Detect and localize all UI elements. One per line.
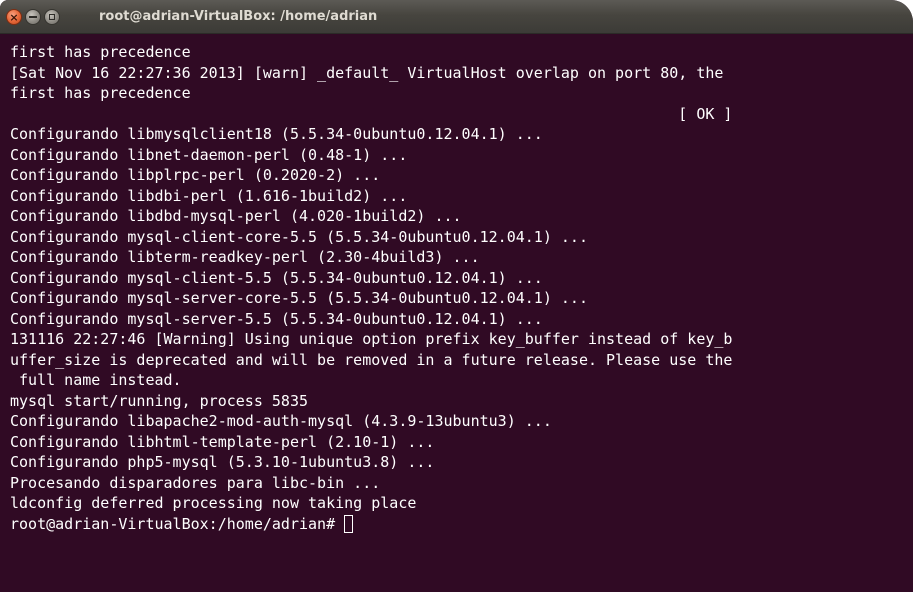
terminal-line: Configurando mysql-client-5.5 (5.5.34-0u…: [10, 268, 543, 287]
window-title: root@adrian-VirtualBox: /home/adrian: [99, 9, 378, 24]
terminal-line: 131116 22:27:46 [Warning] Using unique o…: [10, 330, 733, 348]
terminal-line: [Sat Nov 16 22:27:36 2013] [warn] _defau…: [10, 63, 724, 82]
terminal-line: uffer_size is deprecated and will be rem…: [10, 350, 733, 369]
terminal-line: Configurando libdbi-perl (1.616-1build2)…: [10, 186, 408, 205]
terminal-line: Configurando mysql-server-5.5 (5.5.34-0u…: [10, 309, 543, 328]
close-icon[interactable]: ×: [6, 9, 22, 25]
terminal-prompt: root@adrian-VirtualBox:/home/adrian#: [10, 514, 345, 533]
terminal-line: ldconfig deferred processing now taking …: [10, 494, 417, 512]
terminal-output[interactable]: first has precedence [Sat Nov 16 22:27:3…: [0, 34, 913, 592]
terminal-line: Configurando libdbd-mysql-perl (4.020-1b…: [10, 207, 462, 225]
terminal-line: Configurando mysql-client-core-5.5 (5.5.…: [10, 227, 588, 246]
terminal-line: Configurando mysql-server-core-5.5 (5.5.…: [10, 289, 588, 307]
minimize-icon[interactable]: [25, 9, 41, 25]
terminal-line: first has precedence: [10, 43, 191, 61]
terminal-prompt-line[interactable]: root@adrian-VirtualBox:/home/adrian#: [10, 514, 913, 535]
terminal-line: Procesando disparadores para libc-bin ..…: [10, 473, 381, 492]
text-cursor: [344, 514, 354, 533]
maximize-icon[interactable]: [44, 9, 60, 25]
terminal-window: × root@adrian-VirtualBox: /home/adrian f…: [0, 0, 913, 592]
terminal-line: Configurando libapache2-mod-auth-mysql (…: [10, 412, 552, 430]
terminal-line: [ OK ]: [10, 104, 733, 123]
terminal-line: Configurando php5-mysql (5.3.10-1ubuntu3…: [10, 453, 435, 471]
terminal-line: Configurando libhtml-template-perl (2.10…: [10, 432, 435, 451]
terminal-line: Configurando libmysqlclient18 (5.5.34-0u…: [10, 125, 543, 143]
terminal-line: Configurando libterm-readkey-perl (2.30-…: [10, 248, 480, 266]
terminal-line: full name instead.: [10, 371, 182, 389]
terminal-line: Configurando libplrpc-perl (0.2020-2) ..…: [10, 166, 381, 184]
window-titlebar[interactable]: × root@adrian-VirtualBox: /home/adrian: [0, 0, 913, 34]
terminal-line: Configurando libnet-daemon-perl (0.48-1)…: [10, 145, 408, 164]
terminal-line: first has precedence: [10, 84, 191, 102]
terminal-line: mysql start/running, process 5835: [10, 391, 309, 410]
